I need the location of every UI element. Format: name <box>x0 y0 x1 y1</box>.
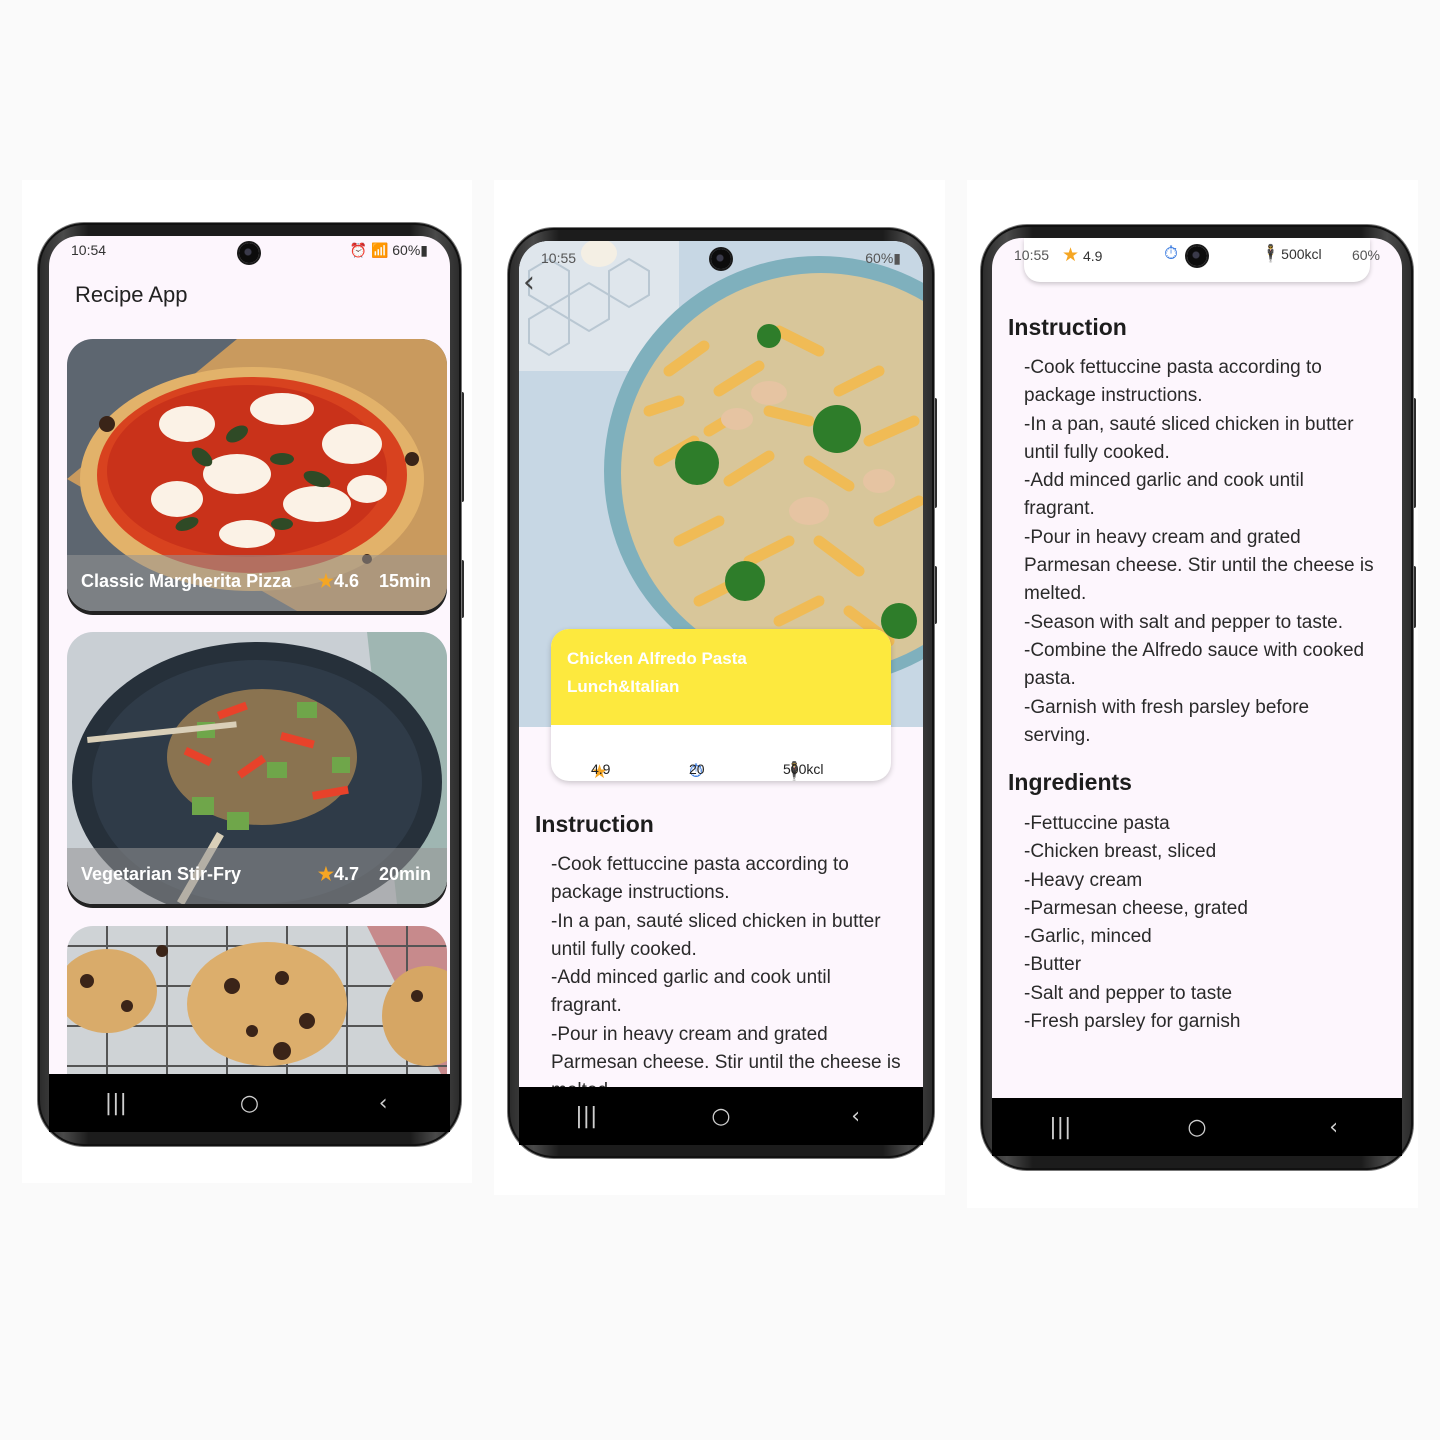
text-line: -Cook fettuccine pasta according to <box>1024 357 1322 378</box>
text-line: -Garlic, minced <box>1024 926 1152 948</box>
recipe-duration: 15min <box>378 571 431 591</box>
status-time: 10:55 <box>541 250 577 266</box>
rating-value: 4.9 <box>1082 248 1103 264</box>
text-line: -Chicken breast, sliced <box>1024 841 1217 863</box>
back-button[interactable]: ‹ <box>1304 1115 1364 1140</box>
back-button[interactable]: ‹ <box>353 1091 413 1116</box>
text-line: until fully cooked. <box>1024 441 1170 463</box>
instruction-list: -Cook fettuccine pasta according to packa… <box>1024 354 1374 750</box>
text-line: -Parmesan cheese, grated <box>1024 897 1248 919</box>
sticky-calories: 🕴500kcl <box>1260 244 1322 264</box>
recipe-info-card: Chicken Alfredo Pasta Lunch&Italian ★ 4.… <box>551 629 891 781</box>
text-line: -Combine the Alfredo sauce with cooked <box>1024 639 1365 661</box>
text-line: -Pour in heavy cream and grated <box>551 1023 828 1045</box>
star-icon: ★ <box>317 864 334 884</box>
recent-apps-button[interactable]: ||| <box>1030 1115 1090 1140</box>
star-icon: ★ <box>1062 245 1080 266</box>
text-line: -In a pan, sauté sliced chicken in butte… <box>1024 413 1354 435</box>
calories-value: 500kcl <box>783 761 824 777</box>
app-title: Recipe App <box>75 282 188 307</box>
star-icon: ★ <box>317 571 334 591</box>
front-camera <box>239 243 259 263</box>
text-line: pasta. <box>1024 668 1076 690</box>
ingredients-list: -Fettuccine pasta -Chicken breast, sliced… <box>1024 810 1248 1036</box>
recent-apps-button[interactable]: ||| <box>556 1104 616 1129</box>
ingredients-heading: Ingredients <box>1008 769 1132 795</box>
instruction-heading: Instruction <box>1008 314 1127 340</box>
text-line: until fully cooked. <box>551 938 697 960</box>
front-camera <box>1187 246 1207 266</box>
recipe-name: Vegetarian Stir-Fry <box>81 864 242 884</box>
text-line: -In a pan, sauté sliced chicken in butte… <box>551 910 881 932</box>
text-line: -Heavy cream <box>1024 869 1143 891</box>
status-time: 10:55 <box>1014 247 1050 263</box>
timer-icon: ⏱ <box>1164 243 1179 263</box>
instruction-heading: Instruction <box>535 811 654 837</box>
text-line: -Salt and pepper to taste <box>1024 982 1233 1004</box>
home-button[interactable]: ○ <box>1167 1115 1227 1140</box>
person-icon: 🕴 <box>1260 244 1282 263</box>
instruction-list: -Cook fettuccine pasta according to packa… <box>551 851 901 1106</box>
status-time: 10:54 <box>71 242 107 258</box>
text-line: -Cook fettuccine pasta according to <box>551 854 849 875</box>
phone-frame-2: 10:55 60%▮ ‹ Chicken Alfredo Pasta Lunch… <box>508 228 934 1158</box>
home-button[interactable]: ○ <box>691 1104 751 1129</box>
text-line: -Pour in heavy cream and grated <box>1024 526 1301 548</box>
rating-value: 4.9 <box>591 761 611 777</box>
text-line: -Garnish with fresh parsley before <box>1024 696 1310 718</box>
text-line: melted. <box>1024 583 1087 605</box>
system-nav-bar: ||| ○ ‹ <box>49 1074 450 1132</box>
recipe-name: Classic Margherita Pizza <box>81 571 292 591</box>
text-line: fragrant. <box>1024 498 1095 520</box>
card-caption-bar: Classic Margherita Pizza ★4.6 15min <box>67 555 447 611</box>
rating-value: 4.6 <box>333 571 359 591</box>
screen-recipe-detail: 10:55 60%▮ ‹ Chicken Alfredo Pasta Lunch… <box>519 241 923 1145</box>
recent-apps-button[interactable]: ||| <box>86 1091 146 1116</box>
text-line: fragrant. <box>551 995 622 1017</box>
phone-frame-1: 10:54 ⏰ 📶 60%▮ Recipe App Classic Marghe… <box>38 223 461 1146</box>
phone-frame-3: 10:55 ★ 4.9 ⏱ 🕴500kcl 60% Instruction -C… <box>981 225 1413 1170</box>
text-line: -Add minced garlic and cook until <box>1024 470 1304 492</box>
text-line: Parmesan cheese. Stir until the cheese i… <box>551 1052 901 1074</box>
battery-status: 60% <box>1351 247 1380 263</box>
sticky-rating: ★ 4.9 <box>1062 244 1102 267</box>
recipe-duration: 20min <box>378 864 431 884</box>
recipe-stats: ★ 4.9 ⏱ 20 🕴 500kcl <box>551 725 891 781</box>
screen-home: 10:54 ⏰ 📶 60%▮ Recipe App Classic Marghe… <box>49 236 450 1132</box>
text-line: -Add minced garlic and cook until <box>551 967 831 989</box>
system-nav-bar: ||| ○ ‹ <box>519 1087 923 1145</box>
screen-recipe-scrolled: 10:55 ★ 4.9 ⏱ 🕴500kcl 60% Instruction -C… <box>992 238 1402 1156</box>
status-icons: 60%▮ <box>865 250 901 266</box>
calories-value: 500kcl <box>1281 246 1322 262</box>
back-arrow-icon[interactable]: ‹ <box>523 265 535 300</box>
text-line: serving. <box>1024 724 1091 746</box>
text-line: -Fettuccine pasta <box>1024 813 1170 834</box>
card-caption-bar: Vegetarian Stir-Fry ★4.7 20min <box>67 848 447 904</box>
recipe-tags: Lunch&Italian <box>567 677 680 696</box>
recipe-card-pizza[interactable]: Classic Margherita Pizza ★4.6 15min <box>67 339 447 611</box>
text-line: package instructions. <box>1024 385 1203 407</box>
recipe-card-stir-fry[interactable]: Vegetarian Stir-Fry ★4.7 20min <box>67 632 447 904</box>
recipe-rating: ★4.6 <box>318 571 359 592</box>
home-button[interactable]: ○ <box>219 1091 279 1116</box>
status-icons: ⏰ 📶 60%▮ <box>349 242 428 258</box>
text-line: -Butter <box>1024 954 1082 976</box>
text-line: Parmesan cheese. Stir until the cheese i… <box>1024 555 1374 577</box>
recipe-header: Chicken Alfredo Pasta Lunch&Italian <box>551 629 891 725</box>
text-line: -Fresh parsley for garnish <box>1024 1011 1241 1033</box>
system-nav-bar: ||| ○ ‹ <box>992 1098 1402 1156</box>
back-button[interactable]: ‹ <box>826 1104 886 1129</box>
rating-value: 4.7 <box>333 864 359 884</box>
front-camera <box>711 249 731 269</box>
text-line: package instructions. <box>551 882 730 904</box>
recipe-rating: ★4.7 <box>318 864 359 885</box>
time-value: 20 <box>689 761 705 777</box>
recipe-title: Chicken Alfredo Pasta <box>567 649 747 668</box>
text-line: -Season with salt and pepper to taste. <box>1024 611 1343 633</box>
